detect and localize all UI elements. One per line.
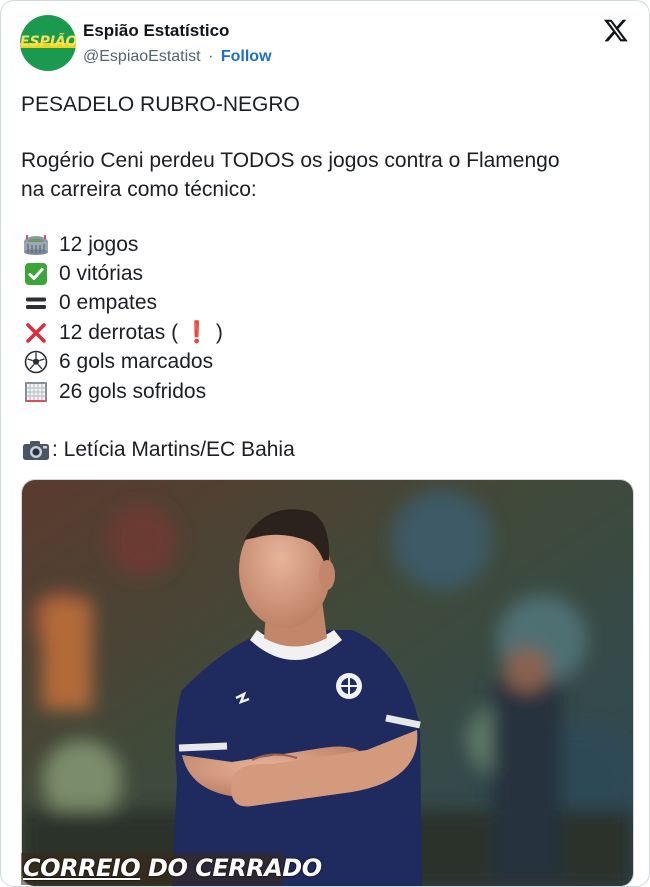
account-name[interactable]: Espião Estatístico <box>83 21 229 41</box>
list-item: 0 empates <box>21 289 223 318</box>
soccer-ball-icon <box>21 350 50 374</box>
goal-net-icon <box>21 380 50 404</box>
list-item: 6 gols marcados <box>21 348 223 377</box>
stat-text: 12 derrotas ( ❗ ) <box>59 320 223 344</box>
follow-button[interactable]: Follow <box>221 48 272 65</box>
photo-credit: : Letícia Martins/EC Bahia <box>52 437 295 461</box>
tweet-body-line-2: na carreira como técnico: <box>21 178 257 201</box>
stat-text: 0 vitórias <box>59 262 144 286</box>
watermark: CORREIO DO CERRADO <box>23 854 322 882</box>
stat-text: 26 gols sofridos <box>59 379 207 403</box>
stat-text: 0 empates <box>59 291 158 315</box>
stats-list: 12 jogos 0 vitórias 0 empates 12 derrota… <box>21 230 223 406</box>
watermark-part-1: CORREIO <box>23 854 141 882</box>
watermark-part-2: DO CERRADO <box>140 854 322 882</box>
separator-dot: · <box>208 48 214 65</box>
equals-icon <box>21 291 50 315</box>
coach-photo-illustration <box>22 480 633 886</box>
cross-mark-icon <box>21 321 50 345</box>
account-handle[interactable]: @EspiaoEstatist <box>83 48 201 65</box>
avatar-text: ESPIÃO <box>20 34 76 50</box>
tweet-photo[interactable] <box>21 479 634 886</box>
handle-row: @EspiaoEstatist · Follow <box>83 48 272 66</box>
avatar[interactable]: ESPIÃO <box>20 15 76 71</box>
check-mark-icon <box>21 262 50 286</box>
stat-text: 12 jogos <box>59 232 139 256</box>
list-item: 0 vitórias <box>21 259 223 288</box>
tweet-headline: PESADELO RUBRO-NEGRO <box>21 93 300 116</box>
stadium-icon <box>21 233 50 257</box>
list-item: 12 jogos <box>21 230 223 259</box>
stat-text: 6 gols marcados <box>59 350 214 374</box>
camera-icon <box>21 438 50 462</box>
x-logo-icon[interactable] <box>603 17 629 43</box>
photo-credit-line: : Letícia Martins/EC Bahia <box>21 435 295 464</box>
list-item: 26 gols sofridos <box>21 377 223 406</box>
list-item: 12 derrotas ( ❗ ) <box>21 318 223 347</box>
tweet-body-line-1: Rogério Ceni perdeu TODOS os jogos contr… <box>21 149 560 172</box>
tweet-card: ESPIÃO Espião Estatístico @EspiaoEstatis… <box>0 0 650 887</box>
